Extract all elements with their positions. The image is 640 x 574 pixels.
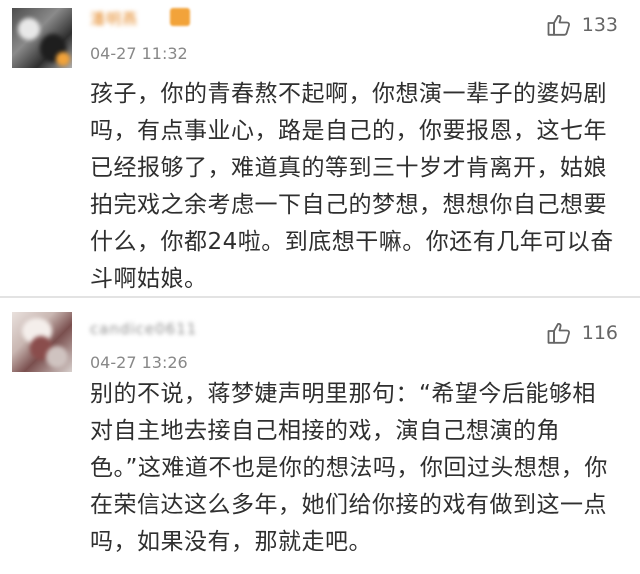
thumbs-up-icon [547,14,570,36]
thumbs-up-icon [547,322,570,344]
like-count: 116 [581,322,618,344]
comment-item: candice0611 04-27 13:26 116 别的不说，蒋梦婕声明里那… [0,298,640,574]
vip-badge-icon [170,8,190,26]
avatar[interactable] [12,312,72,372]
like-button[interactable]: 116 [546,320,618,346]
comment-item: 潘明燕 04-27 11:32 133 孩子，你的青春熬不起啊，你想演一辈子的婆… [0,0,640,296]
avatar[interactable] [12,8,72,68]
username[interactable]: candice0611 [90,320,197,338]
comment-time: 04-27 11:32 [90,44,188,63]
like-button[interactable]: 133 [546,12,618,38]
comment-text: 别的不说，蒋梦婕声明里那句：“希望今后能够相对自主地去接自己相接的戏，演自己想演… [90,381,608,555]
comment-time: 04-27 13:26 [90,353,188,372]
username[interactable]: 潘明燕 [90,8,138,29]
comment-text: 孩子，你的青春熬不起啊，你想演一辈子的婆妈剧吗，有点事业心，路是自己的，你要报恩… [90,81,614,292]
like-count: 133 [581,14,618,36]
